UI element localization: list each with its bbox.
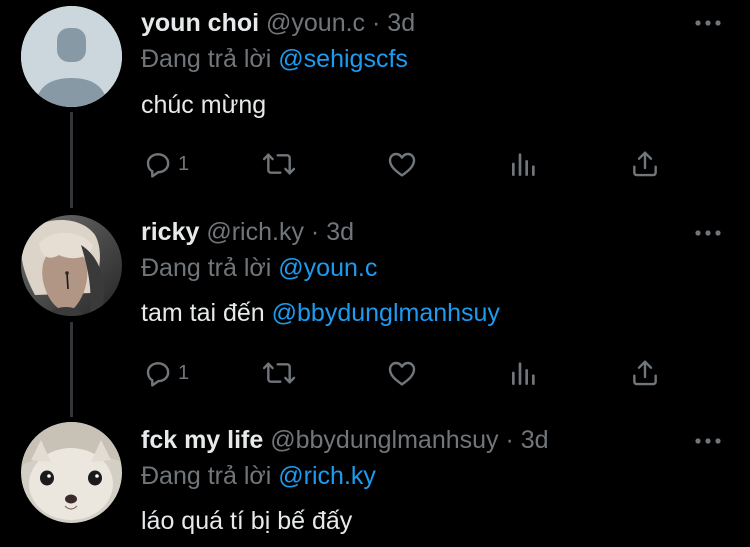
display-name[interactable]: fck my life bbox=[141, 426, 263, 454]
reply-icon bbox=[146, 362, 170, 387]
retweet-button[interactable] bbox=[261, 148, 297, 180]
tweet-header: ricky @rich.ky · 3d bbox=[141, 218, 354, 247]
tweet[interactable]: ricky @rich.ky · 3d Đang trả lời @youn.c… bbox=[0, 210, 750, 420]
share-icon bbox=[633, 151, 657, 177]
tweet[interactable]: youn choi @youn.c · 3d Đang trả lời @seh… bbox=[0, 0, 750, 210]
separator: · bbox=[505, 426, 514, 454]
handle[interactable]: @rich.ky bbox=[206, 218, 304, 246]
handle[interactable]: @youn.c bbox=[266, 9, 365, 37]
replying-to: Đang trả lời @sehigscfs bbox=[141, 45, 408, 74]
display-name[interactable]: ricky bbox=[141, 218, 199, 246]
heart-icon bbox=[388, 152, 416, 177]
tweet-text-content: láo quá tí bị bế đấy bbox=[141, 507, 353, 535]
retweet-icon bbox=[262, 362, 296, 384]
reply-button[interactable]: 1 bbox=[142, 148, 189, 180]
reply-button[interactable]: 1 bbox=[142, 357, 189, 389]
retweet-button[interactable] bbox=[261, 357, 297, 389]
share-button[interactable] bbox=[629, 357, 661, 389]
cat-photo bbox=[21, 422, 122, 523]
reply-icon bbox=[146, 153, 170, 178]
replying-to: Đang trả lời @rich.ky bbox=[141, 462, 376, 491]
retweet-icon bbox=[262, 153, 296, 175]
replying-prefix: Đang trả lời bbox=[141, 462, 272, 490]
more-options-icon[interactable] bbox=[694, 16, 722, 28]
timestamp[interactable]: 3d bbox=[387, 9, 415, 37]
bar-chart-icon bbox=[512, 153, 535, 176]
tweet-header: fck my life @bbydunglmanhsuy · 3d bbox=[141, 426, 549, 455]
like-button[interactable] bbox=[385, 357, 419, 389]
separator: · bbox=[310, 218, 320, 246]
replying-prefix: Đang trả lời bbox=[141, 45, 272, 73]
replying-prefix: Đang trả lời bbox=[141, 254, 272, 282]
heart-icon bbox=[388, 361, 416, 386]
avatar[interactable] bbox=[21, 215, 122, 316]
tweet-text: láo quá tí bị bế đấy bbox=[141, 507, 352, 536]
tweet[interactable]: fck my life @bbydunglmanhsuy · 3d Đang t… bbox=[0, 420, 750, 547]
user-photo bbox=[21, 215, 122, 316]
views-button[interactable] bbox=[508, 148, 540, 180]
timestamp[interactable]: 3d bbox=[326, 218, 354, 246]
like-button[interactable] bbox=[385, 148, 419, 180]
more-options-icon[interactable] bbox=[694, 434, 722, 446]
replying-to-link[interactable]: @rich.ky bbox=[278, 462, 376, 490]
handle[interactable]: @bbydunglmanhsuy bbox=[270, 426, 498, 454]
reply-count: 1 bbox=[178, 361, 190, 384]
tweet-text: tam tai đến @bbydunglmanhsuy bbox=[141, 299, 500, 328]
share-icon bbox=[633, 360, 657, 386]
bar-chart-icon bbox=[512, 362, 535, 385]
avatar[interactable] bbox=[21, 422, 122, 523]
tweet-header: youn choi @youn.c · 3d bbox=[141, 9, 415, 38]
replying-to: Đang trả lời @youn.c bbox=[141, 254, 377, 283]
default-avatar-icon bbox=[21, 6, 122, 107]
tweet-text-content: tam tai đến bbox=[141, 299, 265, 327]
separator: · bbox=[372, 9, 381, 37]
mention-link[interactable]: @bbydunglmanhsuy bbox=[272, 299, 500, 327]
replying-to-link[interactable]: @youn.c bbox=[278, 254, 377, 282]
more-options-icon[interactable] bbox=[694, 226, 722, 238]
timestamp[interactable]: 3d bbox=[521, 426, 549, 454]
avatar[interactable] bbox=[21, 6, 122, 107]
views-button[interactable] bbox=[508, 357, 540, 389]
reply-count: 1 bbox=[178, 152, 190, 175]
tweet-text-content: chúc mừng bbox=[141, 91, 267, 119]
display-name[interactable]: youn choi bbox=[141, 9, 259, 37]
tweet-text: chúc mừng bbox=[141, 91, 266, 120]
replying-to-link[interactable]: @sehigscfs bbox=[278, 45, 408, 73]
share-button[interactable] bbox=[629, 148, 661, 180]
